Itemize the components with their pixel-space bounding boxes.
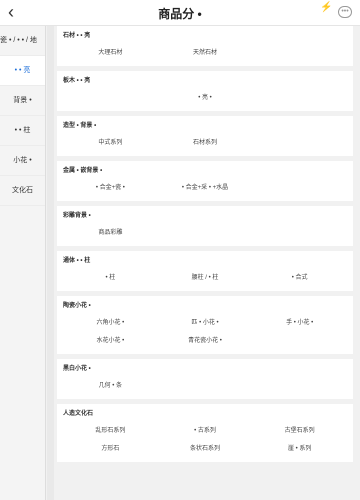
section-row: • 柱 腰柱 / • 柱 • 合式 [63,267,347,285]
scrollbar[interactable] [47,26,54,500]
section-row: • 亮 • [63,87,347,105]
subcategory-item[interactable]: 六角小花 • [63,317,158,326]
section-row: 乱形石系列 • 古系列 古堡石系列 [63,420,347,438]
subcategory-item[interactable]: 大理石材 [63,47,158,56]
category-section: 人造文化石 乱形石系列 • 古系列 古堡石系列 方形石 条状石系列 崖 • 系列 [57,404,353,462]
subcategory-item[interactable]: 崖 • 系列 [252,443,347,452]
subcategory-item[interactable]: • 古系列 [158,425,253,434]
section-row: 水花小花 • 青花瓷小花 • [63,330,347,348]
subcategory-item[interactable]: 中式系列 [63,137,158,146]
subcategory-item[interactable]: • 合金+瓷 • [63,182,158,191]
category-section: 陶瓷小花 • 六角小花 • 匹 • 小花 • 手 • 小花 • 水花小花 • 青… [57,296,353,354]
section-title: 陶瓷小花 • [63,303,91,309]
subcategory-item[interactable]: 手 • 小花 • [252,317,347,326]
section-row: 六角小花 • 匹 • 小花 • 手 • 小花 • [63,312,347,330]
category-sidebar: 瓷 • / • • / 地 • • 亮 背景 • • • 柱 小花 • 文化石 [0,26,46,500]
flash-icon[interactable]: ⚡ [320,2,332,13]
section-row: 中式系列 石材系列 [63,132,347,150]
sidebar-item-culture-stone[interactable]: 文化石 [0,176,45,206]
subcategory-item[interactable]: • 合金+采 • +水晶 [158,182,253,191]
subcategory-item[interactable]: 腰柱 / • 柱 [158,272,253,281]
category-section: 造型 • 背景 • 中式系列 石材系列 [57,116,353,156]
subcategory-item[interactable]: 青花瓷小花 • [158,335,253,344]
section-row: 方形石 条状石系列 崖 • 系列 [63,438,347,456]
section-title: 黑白小花 • [63,366,91,372]
subcategory-item[interactable]: 天然石材 [158,47,253,56]
subcategory-item[interactable]: 商品彩雕 [63,227,158,236]
category-section: 金属 • 嵌背景 • • 合金+瓷 • • 合金+采 • +水晶 [57,161,353,201]
more-options-icon[interactable]: ••• [338,6,352,18]
section-row: 大理石材 天然石材 [63,42,347,60]
subcategory-item[interactable]: 乱形石系列 [63,425,158,434]
subcategory-item[interactable]: 条状石系列 [158,443,253,452]
section-row: 商品彩雕 [63,222,347,240]
category-section: 板木 • • 亮 • 亮 • [57,71,353,111]
section-title: 彩雕背景 • [63,213,91,219]
category-section: 黑白小花 • 几何 • 条 [57,359,353,399]
subcategory-item[interactable]: 方形石 [63,443,158,452]
subcategory-item[interactable]: 几何 • 条 [63,380,158,389]
subcategory-item[interactable]: • 合式 [252,272,347,281]
section-title: 金属 • 嵌背景 • [63,168,103,174]
sidebar-item-tile[interactable]: 瓷 • / • • / 地 [0,26,45,56]
subcategory-item[interactable]: 石材系列 [158,137,253,146]
category-section: 彩雕背景 • 商品彩雕 [57,206,353,246]
subcategory-item[interactable]: • 柱 [63,272,158,281]
section-title: 板木 • • 亮 [63,78,91,84]
section-row: 几何 • 条 [63,375,347,393]
category-section: 石材 • • 亮 大理石材 天然石材 [57,26,353,66]
header-bar: ‹ 商品分 • ⚡ ••• [0,0,360,26]
sidebar-item-background[interactable]: 背景 • [0,86,45,116]
sidebar-item-bright[interactable]: • • 亮 [0,56,45,86]
section-title: 人造文化石 [63,411,94,417]
sidebar-item-small-flower[interactable]: 小花 • [0,146,45,176]
subcategory-item[interactable]: 匹 • 小花 • [158,317,253,326]
sidebar-item-pillar[interactable]: • • 柱 [0,116,45,146]
category-content: 石材 • • 亮 大理石材 天然石材 板木 • • 亮 • 亮 • 造型 • 背… [57,26,353,500]
section-title: 造型 • 背景 • [63,123,97,129]
subcategory-item[interactable]: • 亮 • [158,92,253,101]
subcategory-item[interactable]: 水花小花 • [63,335,158,344]
section-row: • 合金+瓷 • • 合金+采 • +水晶 [63,177,347,195]
section-title: 通体 • • 柱 [63,258,91,264]
section-title: 石材 • • 亮 [63,33,91,39]
subcategory-item[interactable]: 古堡石系列 [252,425,347,434]
page-title: 商品分 • [158,7,202,21]
category-section: 通体 • • 柱 • 柱 腰柱 / • 柱 • 合式 [57,251,353,291]
